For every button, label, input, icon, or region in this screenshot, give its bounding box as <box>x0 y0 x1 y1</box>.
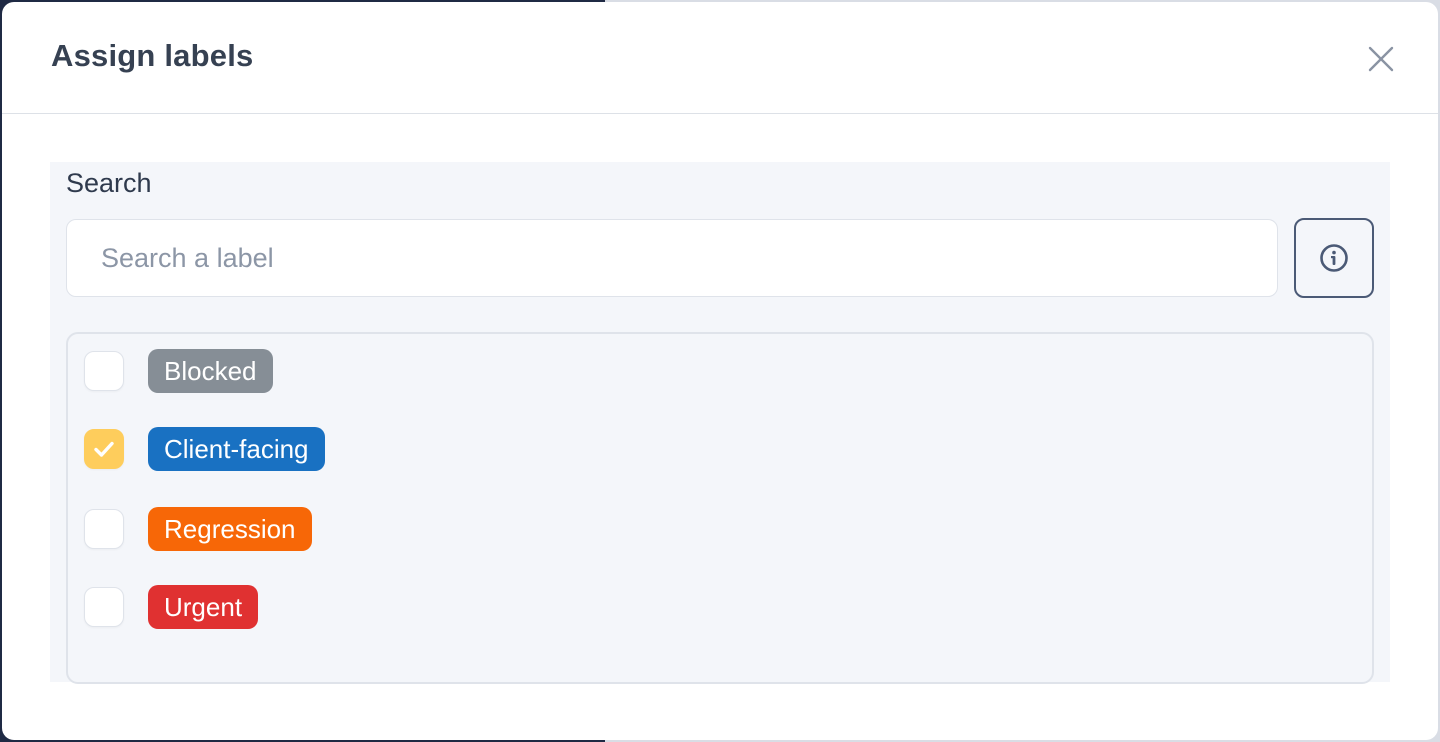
label-item-regression[interactable]: Regression <box>84 506 312 552</box>
label-item-urgent[interactable]: Urgent <box>84 584 259 630</box>
label-badge: Urgent <box>148 585 259 629</box>
label-badge: Blocked <box>148 349 273 393</box>
modal-header: Assign labels <box>2 2 1438 114</box>
close-button[interactable] <box>1366 44 1396 74</box>
close-icon <box>1368 46 1394 72</box>
search-input[interactable] <box>66 219 1278 297</box>
label-checkbox[interactable] <box>84 429 124 469</box>
search-label: Search <box>66 168 152 198</box>
assign-labels-modal: Assign labels Search Blocked <box>2 2 1438 740</box>
label-checkbox[interactable] <box>84 509 124 549</box>
label-checkbox[interactable] <box>84 587 124 627</box>
info-icon <box>1320 244 1348 272</box>
info-button[interactable] <box>1294 218 1374 298</box>
label-badge: Client-facing <box>148 427 325 471</box>
modal-title: Assign labels <box>51 38 254 73</box>
label-item-client-facing[interactable]: Client-facing <box>84 426 325 472</box>
label-badge: Regression <box>148 507 312 551</box>
check-icon <box>94 441 114 457</box>
label-item-blocked[interactable]: Blocked <box>84 348 273 394</box>
label-checkbox[interactable] <box>84 351 124 391</box>
label-list: Blocked Client-facing Regression Urgent <box>66 332 1374 684</box>
label-search-panel: Search Blocked Client-facing Regression <box>50 162 1390 684</box>
